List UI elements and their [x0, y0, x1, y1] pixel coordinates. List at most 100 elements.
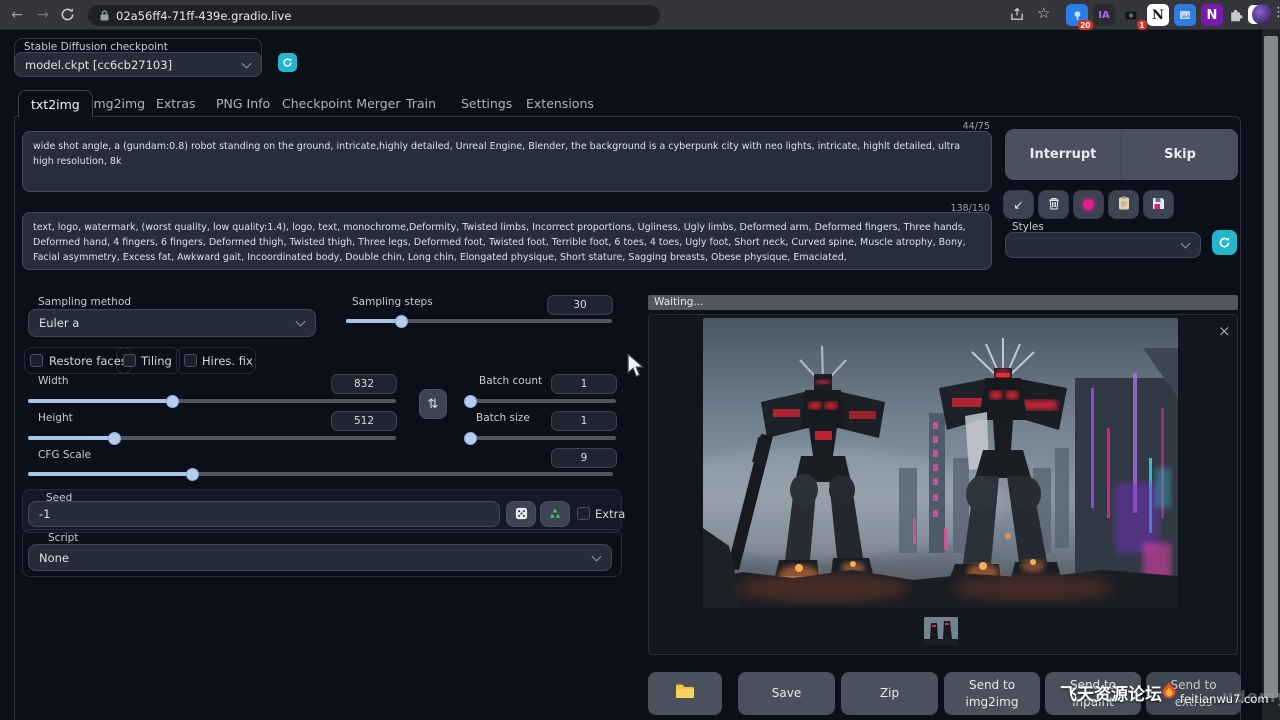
chevron-down-icon — [242, 58, 252, 68]
ext-capture-badge: 1 — [1137, 20, 1147, 30]
open-output-folder-button[interactable] — [648, 672, 722, 715]
batch-count-input[interactable]: 1 — [551, 374, 617, 394]
interrupt-button[interactable]: Interrupt — [1005, 129, 1122, 180]
page-scrollbar-track[interactable] — [1262, 30, 1280, 720]
restore-faces-checkbox[interactable] — [30, 354, 43, 367]
styles-dropdown[interactable] — [1005, 232, 1201, 258]
script-dropdown[interactable]: None — [28, 544, 612, 571]
clear-prompt-button[interactable] — [1038, 190, 1069, 219]
random-seed-button[interactable] — [506, 501, 536, 527]
extra-seed-checkbox[interactable] — [577, 507, 590, 520]
tab-extras[interactable]: Extras — [156, 90, 196, 117]
close-gallery-icon[interactable]: × — [1218, 322, 1231, 340]
skip-button[interactable]: Skip — [1122, 129, 1238, 180]
trash-icon — [1048, 197, 1060, 213]
sampling-method-value: Euler a — [39, 316, 79, 330]
reload-icon[interactable] — [60, 7, 75, 26]
height-label: Height — [38, 412, 73, 424]
prompt-textarea[interactable]: wide shot angle, a (gundam:0.8) robot st… — [22, 131, 992, 192]
tiling-label: Tiling — [141, 354, 172, 368]
site-watermark-name: 飞天资源论坛 — [1060, 680, 1162, 705]
browser-menu-icon[interactable]: ⋮ — [1272, 5, 1280, 20]
negative-prompt-textarea[interactable]: text, logo, watermark, (worst quality, l… — [22, 212, 992, 270]
height-slider-handle[interactable] — [108, 432, 121, 445]
floppy-disk-icon — [1152, 197, 1165, 213]
tab-png-info[interactable]: PNG Info — [216, 90, 270, 117]
site-watermark-url: feitianwu7.com — [1180, 692, 1269, 706]
chevron-down-icon — [296, 317, 306, 327]
arrow-down-left-icon: ↙ — [1013, 198, 1023, 212]
save-button[interactable]: Save — [738, 672, 835, 715]
ext-notion-icon[interactable]: N — [1147, 4, 1169, 26]
clipboard-icon — [1118, 196, 1130, 213]
apply-styles-button[interactable] — [1108, 190, 1139, 219]
folder-icon — [675, 683, 695, 704]
sampling-steps-label: Sampling steps — [352, 296, 433, 308]
send-to-img2img-button[interactable]: Send to img2img — [944, 672, 1040, 715]
tab-extensions[interactable]: Extensions — [526, 90, 594, 117]
tab-settings[interactable]: Settings — [461, 90, 512, 117]
batch-count-slider-handle[interactable] — [464, 395, 477, 408]
share-icon[interactable] — [1010, 7, 1025, 26]
generated-image[interactable] — [703, 318, 1178, 608]
seed-input[interactable]: -1 — [28, 501, 500, 527]
batch-size-slider-handle[interactable] — [464, 432, 477, 445]
script-label: Script — [48, 532, 78, 544]
ext-capture-icon[interactable]: 1 — [1120, 4, 1142, 26]
sampling-steps-slider-fill — [346, 319, 401, 323]
ext-screenshot-icon[interactable] — [1174, 4, 1196, 26]
seed-value: -1 — [39, 507, 50, 521]
extra-networks-button[interactable] — [1073, 190, 1104, 219]
tab-img2img[interactable]: img2img — [90, 90, 145, 117]
interrupt-skip-group: Interrupt Skip — [1005, 129, 1238, 180]
script-value: None — [39, 551, 69, 565]
swap-arrows-icon: ⇅ — [428, 397, 439, 412]
ext-onenote-icon[interactable]: N — [1201, 4, 1223, 26]
page-scrollbar-thumb[interactable] — [1264, 36, 1278, 698]
tiling-checkbox[interactable] — [123, 354, 136, 367]
checkpoint-dropdown[interactable]: model.ckpt [cc6cb27103] — [14, 52, 262, 77]
cfg-scale-slider-handle[interactable] — [186, 468, 199, 481]
hires-fix-checkbox[interactable] — [184, 354, 197, 367]
sampling-steps-input[interactable]: 30 — [547, 295, 613, 315]
sampling-steps-slider-handle[interactable] — [395, 315, 408, 328]
extra-networks-icon — [1083, 199, 1094, 210]
swap-width-height-button[interactable]: ⇅ — [419, 389, 447, 419]
height-input[interactable]: 512 — [331, 411, 397, 431]
recycle-icon — [548, 505, 562, 524]
lock-icon — [100, 6, 109, 25]
zip-button[interactable]: Zip — [841, 672, 938, 715]
width-slider-fill — [28, 399, 172, 403]
gallery-thumbnail[interactable] — [924, 617, 958, 645]
tab-checkpoint-merger[interactable]: Checkpoint Merger — [282, 90, 400, 117]
hires-fix-label: Hires. fix — [202, 354, 253, 368]
reuse-seed-button[interactable] — [540, 501, 570, 527]
ext-ia-icon[interactable]: IA — [1093, 4, 1115, 26]
width-input[interactable]: 832 — [331, 374, 397, 394]
address-bar[interactable]: 02a56ff4-71ff-439e.gradio.live — [88, 5, 660, 26]
back-icon[interactable]: ← — [6, 5, 28, 25]
width-slider-handle[interactable] — [166, 395, 179, 408]
progress-bar: Waiting... — [648, 295, 1238, 310]
batch-size-input[interactable]: 1 — [551, 411, 617, 431]
paste-generation-params-button[interactable]: ↙ — [1003, 190, 1034, 219]
save-style-button[interactable] — [1143, 190, 1174, 219]
tab-txt2img[interactable]: txt2img — [18, 90, 93, 117]
checkpoint-refresh-button[interactable] — [278, 53, 297, 72]
batch-count-slider[interactable] — [467, 399, 616, 403]
extra-seed-label: Extra — [595, 507, 625, 521]
restore-faces-label: Restore faces — [49, 354, 127, 368]
batch-size-label: Batch size — [476, 412, 530, 424]
forward-icon[interactable]: → — [32, 5, 54, 25]
checkpoint-value: model.ckpt [cc6cb27103] — [25, 58, 172, 72]
sampling-method-dropdown[interactable]: Euler a — [28, 309, 316, 337]
browser-chrome: ← → 02a56ff4-71ff-439e.gradio.live ☆ 20 … — [0, 0, 1280, 30]
batch-size-slider[interactable] — [467, 436, 616, 440]
styles-refresh-button[interactable] — [1212, 230, 1237, 255]
ext-pin-icon[interactable]: 20 — [1066, 4, 1088, 26]
extensions-puzzle-icon[interactable] — [1228, 6, 1244, 26]
cfg-scale-input[interactable]: 9 — [551, 448, 617, 468]
bookmark-star-icon[interactable]: ☆ — [1037, 4, 1050, 22]
tab-train[interactable]: Train — [406, 90, 436, 117]
profile-avatar[interactable] — [1252, 4, 1273, 25]
